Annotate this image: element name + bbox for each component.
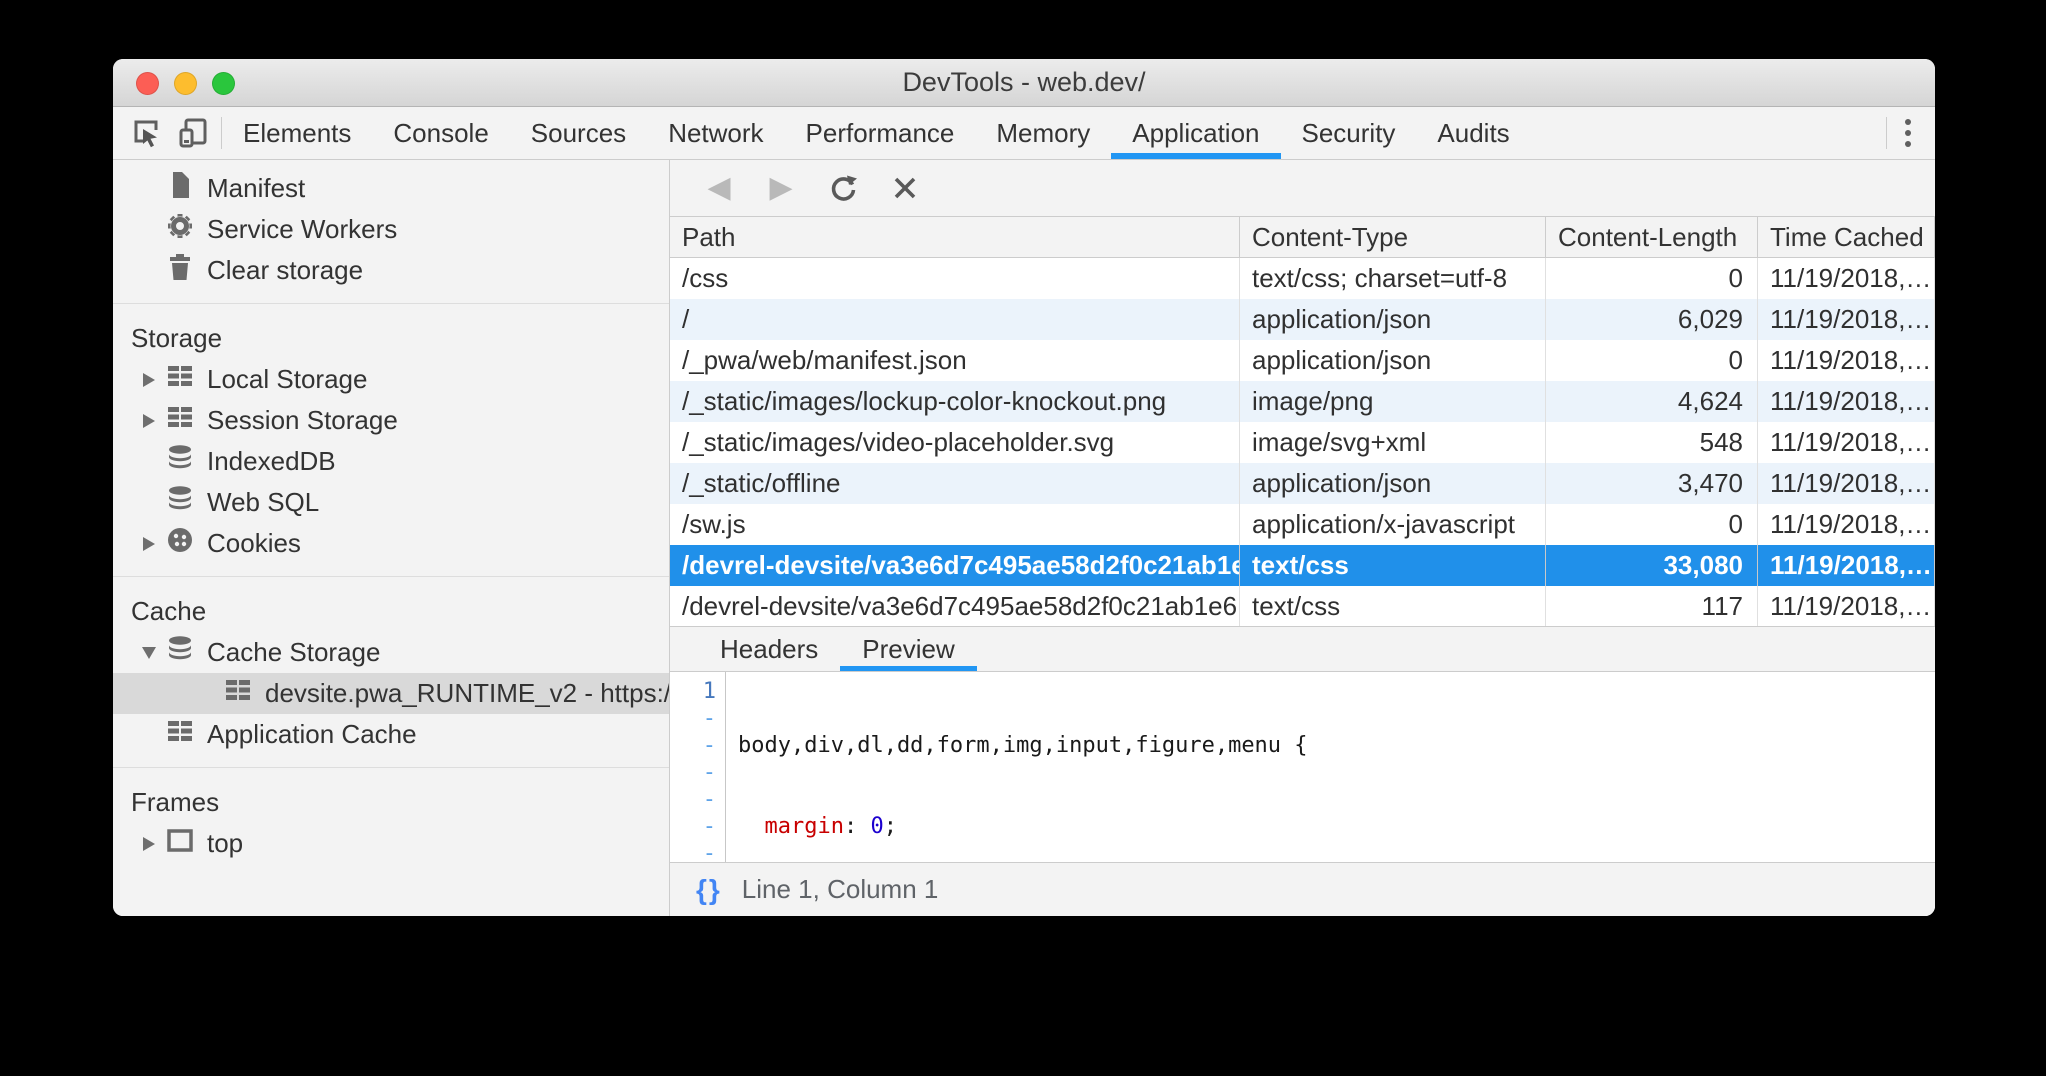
- column-header-path[interactable]: Path: [670, 217, 1240, 257]
- table-icon: [223, 675, 253, 712]
- sidebar-item-cache-storage[interactable]: Cache Storage: [113, 632, 669, 673]
- tab-security[interactable]: Security: [1281, 107, 1417, 159]
- cache-toolbar: ◀ ▶: [670, 160, 1935, 217]
- sidebar-item-top-frame[interactable]: top: [113, 823, 669, 864]
- sidebar-item-application-cache[interactable]: Application Cache: [113, 714, 669, 755]
- devtools-tab-bar: Elements Console Sources Network Perform…: [113, 107, 1935, 160]
- line-number-gutter: 1 - - - - - -: [670, 672, 726, 862]
- sidebar-item-session-storage[interactable]: Session Storage: [113, 400, 669, 441]
- title-bar: DevTools - web.dev/: [113, 59, 1935, 107]
- back-button[interactable]: ◀: [702, 171, 736, 205]
- code-preview[interactable]: 1 - - - - - - body,div,dl,dd,form,img,in…: [670, 672, 1935, 862]
- traffic-lights: [136, 72, 235, 95]
- tab-network[interactable]: Network: [647, 107, 784, 159]
- tab-memory[interactable]: Memory: [975, 107, 1111, 159]
- more-options-icon[interactable]: [1887, 107, 1935, 159]
- document-icon: [165, 170, 195, 207]
- table-row-selected[interactable]: /devrel-devsite/va3e6d7c495ae58d2f0c21ab…: [670, 545, 1935, 586]
- tab-console[interactable]: Console: [372, 107, 509, 159]
- cache-section-title: Cache: [113, 591, 669, 632]
- cache-storage-panel: ◀ ▶ P: [670, 160, 1935, 916]
- table-row[interactable]: /_static/images/video-placeholder.svg im…: [670, 422, 1935, 463]
- screen-background: DevTools - web.dev/: [0, 0, 2046, 1076]
- column-header-content-length[interactable]: Content-Length: [1546, 217, 1758, 257]
- cookie-icon: [165, 525, 195, 562]
- refresh-icon[interactable]: [826, 171, 860, 205]
- window-title: DevTools - web.dev/: [902, 67, 1145, 98]
- chevron-right-icon[interactable]: [143, 373, 155, 387]
- tab-elements[interactable]: Elements: [222, 107, 372, 159]
- table-icon: [165, 716, 195, 753]
- code-lines: body,div,dl,dd,form,img,input,figure,men…: [726, 672, 1308, 862]
- chevron-right-icon[interactable]: [143, 837, 155, 851]
- tab-audits[interactable]: Audits: [1416, 107, 1530, 159]
- minimize-window-button[interactable]: [174, 72, 197, 95]
- frame-icon: [165, 825, 195, 862]
- database-icon: [165, 634, 195, 671]
- storage-section-title: Storage: [113, 318, 669, 359]
- sidebar-item-service-workers[interactable]: Service Workers: [113, 209, 669, 250]
- chevron-right-icon[interactable]: [143, 537, 155, 551]
- sidebar-item-manifest[interactable]: Manifest: [113, 168, 669, 209]
- gear-icon: [165, 211, 195, 248]
- table-icon: [165, 361, 195, 398]
- sidebar-divider: [113, 576, 669, 577]
- table-row[interactable]: / application/json 6,029 11/19/2018,…: [670, 299, 1935, 340]
- sidebar-divider: [113, 767, 669, 768]
- table-icon: [165, 402, 195, 439]
- chevron-right-icon[interactable]: [143, 414, 155, 428]
- frames-section-title: Frames: [113, 782, 669, 823]
- chevron-down-icon[interactable]: [142, 647, 156, 659]
- table-row[interactable]: /devrel-devsite/va3e6d7c495ae58d2f0c21ab…: [670, 586, 1935, 627]
- tab-application[interactable]: Application: [1111, 107, 1280, 159]
- sidebar-item-devsite-cache[interactable]: devsite.pwa_RUNTIME_v2 - https://web.d: [113, 673, 669, 714]
- table-row[interactable]: /_pwa/web/manifest.json application/json…: [670, 340, 1935, 381]
- inspector-tab-bar: Headers Preview: [670, 627, 1935, 672]
- device-toolbar-icon[interactable]: [177, 116, 211, 150]
- cursor-position-label: Line 1, Column 1: [742, 874, 939, 905]
- sidebar-item-web-sql[interactable]: Web SQL: [113, 482, 669, 523]
- database-icon: [165, 484, 195, 521]
- sidebar-item-clear-storage[interactable]: Clear storage: [113, 250, 669, 291]
- table-header: Path Content-Type Content-Length Time Ca…: [670, 217, 1935, 258]
- table-row[interactable]: /css text/css; charset=utf-8 0 11/19/201…: [670, 258, 1935, 299]
- sidebar-divider: [113, 303, 669, 304]
- inspect-element-icon[interactable]: [129, 116, 163, 150]
- sidebar-item-cookies[interactable]: Cookies: [113, 523, 669, 564]
- column-header-time-cached[interactable]: Time Cached: [1758, 217, 1935, 257]
- tab-headers[interactable]: Headers: [698, 627, 840, 671]
- format-braces-icon[interactable]: {}: [696, 874, 722, 906]
- tab-preview[interactable]: Preview: [840, 627, 976, 671]
- application-sidebar: Manifest Service Workers: [113, 160, 670, 916]
- forward-button[interactable]: ▶: [764, 171, 798, 205]
- tool-icons: [113, 107, 221, 159]
- table-row[interactable]: /_static/offline application/json 3,470 …: [670, 463, 1935, 504]
- status-bar: {} Line 1, Column 1: [670, 862, 1935, 916]
- sidebar-item-local-storage[interactable]: Local Storage: [113, 359, 669, 400]
- column-header-content-type[interactable]: Content-Type: [1240, 217, 1546, 257]
- database-icon: [165, 443, 195, 480]
- table-row[interactable]: /sw.js application/x-javascript 0 11/19/…: [670, 504, 1935, 545]
- sidebar-item-indexeddb[interactable]: IndexedDB: [113, 441, 669, 482]
- tab-sources[interactable]: Sources: [510, 107, 647, 159]
- devtools-window: DevTools - web.dev/: [113, 59, 1935, 916]
- tab-performance[interactable]: Performance: [785, 107, 976, 159]
- table-row[interactable]: /_static/images/lockup-color-knockout.pn…: [670, 381, 1935, 422]
- close-icon[interactable]: [888, 171, 922, 205]
- trash-icon: [165, 252, 195, 289]
- zoom-window-button[interactable]: [212, 72, 235, 95]
- close-window-button[interactable]: [136, 72, 159, 95]
